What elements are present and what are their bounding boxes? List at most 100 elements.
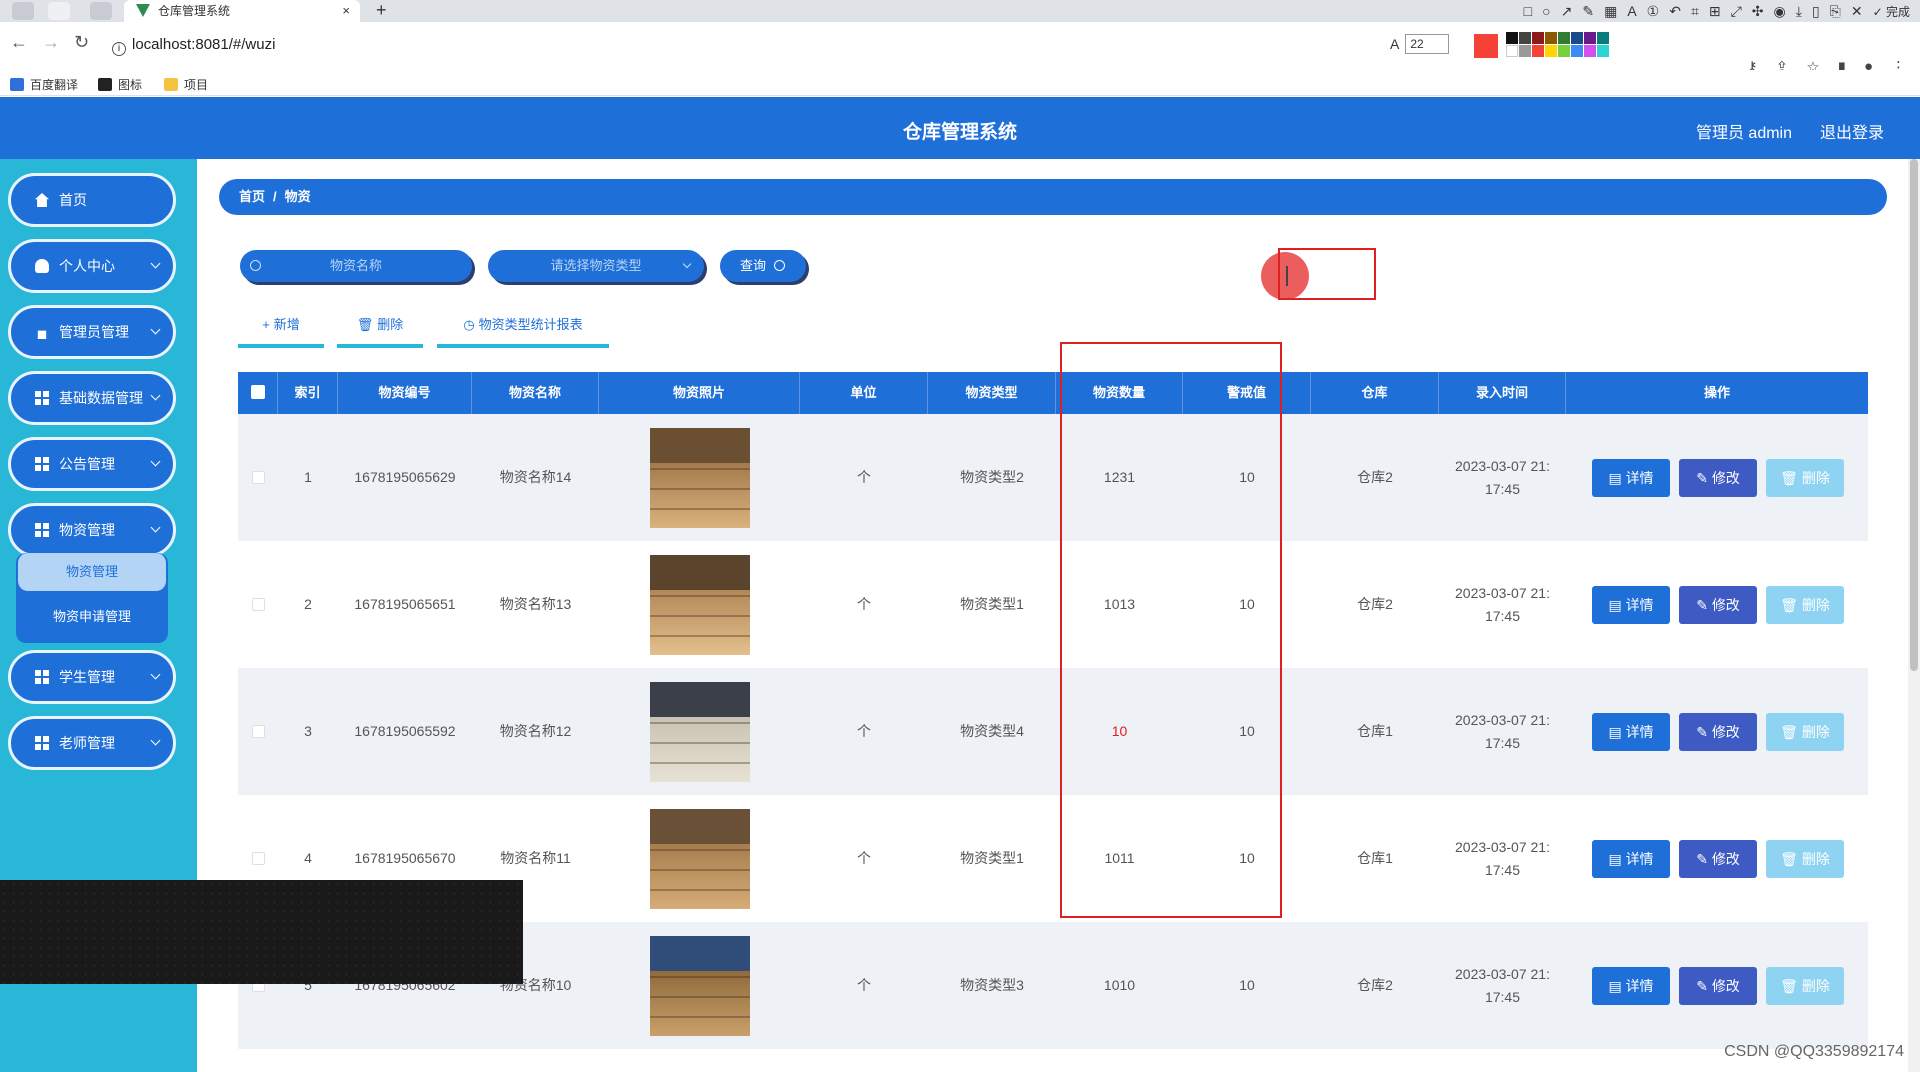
translate-icon[interactable]: ⊞ bbox=[1709, 3, 1721, 20]
arrow-tool-icon[interactable]: ↗ bbox=[1561, 3, 1573, 20]
font-size-select[interactable]: 22 bbox=[1405, 34, 1450, 54]
delete-button[interactable]: 🗑 删除 bbox=[1766, 459, 1844, 497]
select-all-checkbox[interactable] bbox=[250, 385, 265, 399]
tab-icon[interactable] bbox=[12, 2, 34, 20]
phone-icon[interactable]: ▯ bbox=[1812, 3, 1820, 20]
color-swatch[interactable] bbox=[1519, 32, 1531, 44]
color-swatch[interactable] bbox=[1519, 45, 1531, 57]
delete-button[interactable]: 🗑 删除 bbox=[1766, 840, 1844, 878]
detail-button[interactable]: ▤ 详情 bbox=[1592, 459, 1670, 497]
back-icon[interactable]: ← bbox=[10, 32, 28, 53]
color-swatch[interactable] bbox=[1584, 32, 1596, 44]
current-color-swatch[interactable] bbox=[1474, 34, 1498, 58]
color-swatch[interactable] bbox=[1532, 45, 1544, 57]
document-icon: ▤ bbox=[1608, 470, 1626, 486]
material-type-select[interactable]: 请选择物资类型 bbox=[488, 250, 704, 282]
pen-tool-icon[interactable]: ✎ bbox=[1582, 3, 1594, 20]
undo-icon[interactable]: ↶ bbox=[1669, 3, 1681, 20]
bookmark-icon[interactable]: ⎘ bbox=[1830, 3, 1841, 20]
color-swatch[interactable] bbox=[1545, 32, 1557, 44]
detail-button[interactable]: ▤ 详情 bbox=[1592, 713, 1670, 751]
mosaic-tool-icon[interactable]: ▦ bbox=[1604, 3, 1617, 20]
add-button[interactable]: + 新增 bbox=[238, 314, 324, 348]
tab-icon[interactable] bbox=[90, 2, 112, 20]
edit-button[interactable]: ✎ 修改 bbox=[1679, 586, 1757, 624]
bookmark-item[interactable]: 图标 bbox=[98, 76, 142, 93]
sidebar-item-materials[interactable]: 物资管理 bbox=[8, 503, 176, 557]
header-type: 物资类型 bbox=[928, 372, 1056, 414]
scroll-capture-icon[interactable]: ⤢ bbox=[1731, 3, 1742, 20]
row-checkbox[interactable] bbox=[251, 471, 265, 484]
url-field[interactable]: i localhost:8081/#/wuzi bbox=[112, 36, 275, 56]
sidebar-item-profile[interactable]: 个人中心 bbox=[8, 239, 176, 293]
pin-icon[interactable]: ✣ bbox=[1752, 3, 1764, 20]
color-swatch[interactable] bbox=[1597, 32, 1609, 44]
browser-tab-active[interactable]: 仓库管理系统 × bbox=[124, 0, 360, 22]
edit-button[interactable]: ✎ 修改 bbox=[1679, 967, 1757, 1005]
color-swatch[interactable] bbox=[1506, 45, 1518, 57]
color-swatch[interactable] bbox=[1571, 32, 1583, 44]
tab-icon[interactable] bbox=[48, 2, 70, 20]
row-checkbox[interactable] bbox=[251, 725, 265, 738]
rectangle-tool-icon[interactable]: □ bbox=[1524, 3, 1532, 19]
detail-button[interactable]: ▤ 详情 bbox=[1592, 840, 1670, 878]
page-scrollbar[interactable] bbox=[1908, 159, 1920, 1072]
info-icon[interactable]: i bbox=[112, 42, 126, 56]
delete-button[interactable]: 🗑 删除 bbox=[1766, 713, 1844, 751]
bookmark-item[interactable]: 百度翻译 bbox=[10, 76, 78, 93]
delete-button[interactable]: 🗑 删除 bbox=[1766, 586, 1844, 624]
color-swatch[interactable] bbox=[1558, 32, 1570, 44]
color-swatch[interactable] bbox=[1597, 45, 1609, 57]
time-clock: 17:45 bbox=[1484, 480, 1521, 497]
submenu-item-requests[interactable]: 物资申请管理 bbox=[16, 597, 168, 637]
row-checkbox[interactable] bbox=[251, 598, 265, 611]
delete-button[interactable]: 🗑 删除 bbox=[1766, 967, 1844, 1005]
color-swatch[interactable] bbox=[1506, 32, 1518, 44]
breadcrumb-home[interactable]: 首页 bbox=[239, 189, 265, 204]
sidebar-item-students[interactable]: 学生管理 bbox=[8, 650, 176, 704]
batch-delete-button[interactable]: 🗑 删除 bbox=[337, 314, 423, 348]
logout-link[interactable]: 退出登录 bbox=[1820, 119, 1884, 143]
edit-button[interactable]: ✎ 修改 bbox=[1679, 713, 1757, 751]
edit-button[interactable]: ✎ 修改 bbox=[1679, 459, 1757, 497]
sidebar-item-notice[interactable]: 公告管理 bbox=[8, 437, 176, 491]
color-swatch[interactable] bbox=[1545, 45, 1557, 57]
record-icon[interactable]: ◉ bbox=[1774, 3, 1786, 20]
color-swatch[interactable] bbox=[1532, 32, 1544, 44]
bookmark-item[interactable]: 项目 bbox=[164, 76, 208, 93]
sidebar-item-admin[interactable]: 管理员管理 bbox=[8, 305, 176, 359]
submenu-item-materials[interactable]: 物资管理 bbox=[18, 553, 166, 591]
material-photo[interactable] bbox=[649, 808, 750, 909]
type-report-button[interactable]: ◷ 物资类型统计报表 bbox=[437, 314, 609, 348]
reload-icon[interactable]: ↻ bbox=[74, 32, 89, 53]
circle-tool-icon[interactable]: ○ bbox=[1542, 3, 1550, 19]
forward-icon[interactable]: → bbox=[42, 32, 60, 53]
number-tool-icon[interactable]: ① bbox=[1647, 3, 1660, 20]
material-photo[interactable] bbox=[649, 554, 750, 655]
material-photo[interactable] bbox=[649, 427, 750, 528]
done-button[interactable]: ✓ 完成 bbox=[1873, 3, 1910, 20]
material-photo[interactable] bbox=[649, 935, 750, 1036]
sidebar-item-teachers[interactable]: 老师管理 bbox=[8, 716, 176, 770]
download-icon[interactable]: ⤓ bbox=[1796, 3, 1802, 20]
detail-button[interactable]: ▤ 详情 bbox=[1592, 967, 1670, 1005]
material-photo[interactable] bbox=[649, 681, 750, 782]
edit-button[interactable]: ✎ 修改 bbox=[1679, 840, 1757, 878]
new-tab-button[interactable]: + bbox=[376, 0, 387, 20]
text-tool-icon[interactable]: A bbox=[1627, 3, 1636, 19]
sidebar-item-home[interactable]: 首页 bbox=[8, 173, 176, 227]
material-name-search-input[interactable]: 物资名称 bbox=[240, 250, 472, 282]
scrollbar-thumb[interactable] bbox=[1910, 159, 1918, 671]
color-swatch[interactable] bbox=[1558, 45, 1570, 57]
tab-close-icon[interactable]: × bbox=[342, 0, 350, 22]
color-swatch[interactable] bbox=[1584, 45, 1596, 57]
color-swatch[interactable] bbox=[1571, 45, 1583, 57]
close-capture-icon[interactable]: ✕ bbox=[1851, 3, 1863, 20]
query-button[interactable]: 查询 bbox=[720, 250, 806, 282]
sidebar-item-basic-data[interactable]: 基础数据管理 bbox=[8, 371, 176, 425]
crop-icon[interactable]: ⌗ bbox=[1691, 3, 1699, 20]
watermark: CSDN @QQ3359892174 bbox=[1724, 1043, 1904, 1060]
detail-button[interactable]: ▤ 详情 bbox=[1592, 586, 1670, 624]
row-checkbox[interactable] bbox=[251, 852, 265, 865]
grid-icon bbox=[35, 736, 49, 750]
